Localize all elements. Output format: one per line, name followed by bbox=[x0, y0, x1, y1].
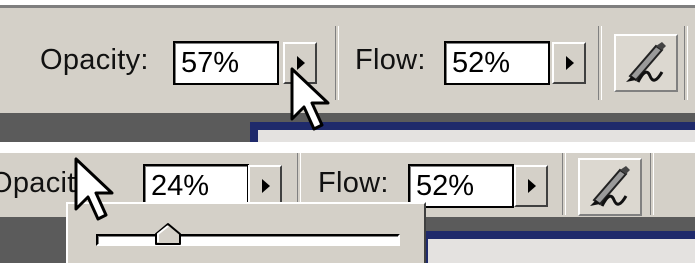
opacity-value: 24% bbox=[151, 170, 210, 202]
opacity-value: 57% bbox=[181, 47, 240, 79]
flow-slider-button[interactable] bbox=[552, 42, 586, 84]
separator bbox=[598, 26, 602, 100]
opacity-slider-track[interactable] bbox=[96, 234, 400, 246]
options-bar-slider-open: Opacity: 24% Flow: 52% bbox=[0, 153, 695, 263]
flow-value: 52% bbox=[416, 170, 475, 202]
opacity-slider-button[interactable] bbox=[248, 165, 282, 207]
flow-value: 52% bbox=[452, 47, 511, 79]
separator bbox=[684, 26, 688, 100]
flow-label: Flow: bbox=[355, 44, 426, 76]
airbrush-toggle-button[interactable] bbox=[614, 34, 678, 92]
canvas bbox=[428, 239, 695, 263]
options-bar-closed: Opacity: 57% Flow: 52% bbox=[0, 5, 695, 142]
arrow-cursor-icon bbox=[290, 67, 330, 131]
slider-thumb-icon[interactable] bbox=[154, 222, 182, 246]
airbrush-icon bbox=[590, 166, 630, 207]
separator bbox=[562, 153, 566, 215]
arrow-cursor-icon bbox=[74, 157, 114, 221]
options-toolbar: Opacity: 57% Flow: 52% bbox=[0, 5, 695, 116]
opacity-input[interactable]: 57% bbox=[173, 41, 279, 85]
flow-slider-button[interactable] bbox=[514, 165, 548, 207]
airbrush-toggle-button[interactable] bbox=[578, 158, 642, 216]
flow-label: Flow: bbox=[318, 167, 389, 199]
airbrush-icon bbox=[626, 42, 666, 83]
opacity-slider-popup bbox=[66, 202, 426, 263]
flow-input[interactable]: 52% bbox=[444, 41, 550, 85]
separator bbox=[650, 153, 654, 215]
separator bbox=[335, 26, 339, 100]
opacity-label: Opacity: bbox=[40, 44, 149, 76]
